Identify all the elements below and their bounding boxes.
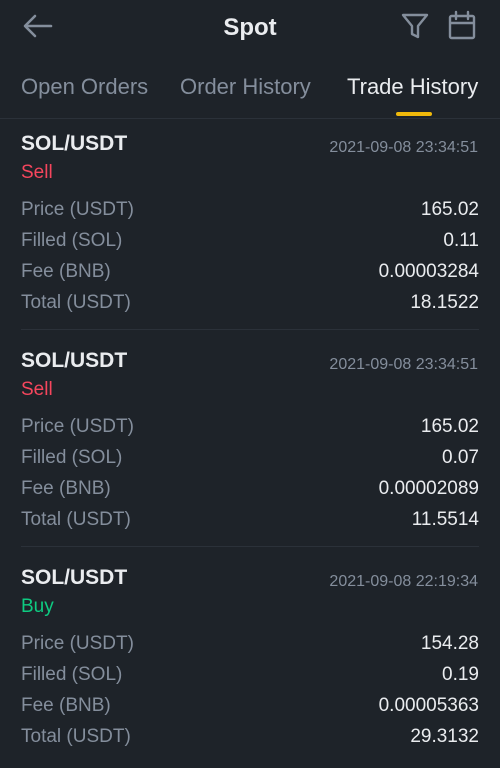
fee-label: Fee (BNB): [21, 695, 111, 716]
price-label: Price (USDT): [21, 633, 134, 654]
filled-value: 0.11: [443, 230, 479, 251]
trade-pair: SOL/USDT: [21, 132, 128, 155]
tab-order-history[interactable]: Order History: [180, 74, 311, 100]
filled-value: 0.07: [442, 447, 479, 468]
trade-time: 2021-09-08 23:34:51: [329, 356, 478, 373]
price-value: 154.28: [420, 633, 479, 654]
trade-side: Buy: [21, 596, 54, 617]
trade-time: 2021-09-08 22:19:34: [329, 573, 478, 590]
price-value: 165.02: [420, 199, 479, 220]
total-value: 11.5514: [411, 509, 479, 530]
header: Spot: [0, 0, 500, 56]
price-label: Price (USDT): [21, 199, 134, 220]
total-label: Total (USDT): [21, 292, 131, 313]
price-value: 165.02: [420, 416, 479, 437]
tab-bar: Open Orders Order History Trade History: [0, 70, 500, 120]
trade-item[interactable]: SOL/USDT 2021-09-08 23:34:51 Sell Price …: [0, 335, 500, 551]
filled-label: Filled (SOL): [21, 664, 123, 685]
fee-label: Fee (BNB): [21, 478, 111, 499]
trade-item[interactable]: SOL/USDT 2021-09-08 23:34:51 Sell Price …: [0, 118, 500, 334]
calendar-button[interactable]: [446, 10, 478, 42]
trade-divider: [21, 546, 479, 547]
fee-value: 0.00005363: [378, 695, 479, 716]
trade-divider: [21, 329, 479, 330]
tab-open-orders[interactable]: Open Orders: [21, 74, 148, 100]
total-label: Total (USDT): [21, 726, 131, 747]
fee-value: 0.00003284: [378, 261, 479, 282]
trade-pair: SOL/USDT: [21, 349, 128, 372]
trade-time: 2021-09-08 23:34:51: [329, 139, 478, 156]
total-value: 29.3132: [410, 726, 479, 747]
total-value: 18.1522: [410, 292, 479, 313]
trade-item[interactable]: SOL/USDT 2021-09-08 22:19:34 Buy Price (…: [0, 552, 500, 768]
total-label: Total (USDT): [21, 509, 131, 530]
trade-side: Sell: [21, 162, 53, 183]
filter-button[interactable]: [400, 11, 430, 41]
price-label: Price (USDT): [21, 416, 134, 437]
fee-value: 0.00002089: [378, 478, 479, 499]
filled-value: 0.19: [442, 664, 479, 685]
filled-label: Filled (SOL): [21, 447, 123, 468]
calendar-icon: [448, 10, 476, 40]
trade-side: Sell: [21, 379, 53, 400]
trade-pair: SOL/USDT: [21, 566, 128, 589]
tab-trade-history[interactable]: Trade History: [347, 74, 478, 100]
filled-label: Filled (SOL): [21, 230, 123, 251]
active-tab-indicator: [396, 112, 432, 116]
fee-label: Fee (BNB): [21, 261, 111, 282]
filter-icon: [401, 13, 429, 39]
